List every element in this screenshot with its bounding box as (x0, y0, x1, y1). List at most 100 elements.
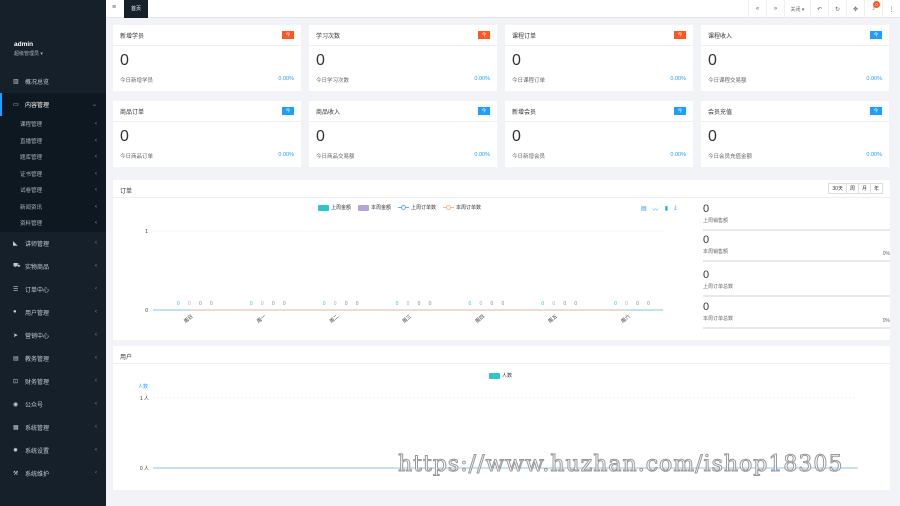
stat-percent: 0% (882, 318, 890, 324)
order-chart: 1 0 0 0 0 0 周日 0 0 0 0 周一 0 0 0 0 周二 0 0 0 0 周三 0 0 0 0 周四 0 0 0 0 周五 0 0… (145, 229, 663, 325)
sidebar-item-goods[interactable]: ⛟ 实物商品 ‹ (0, 255, 106, 278)
range-30-days[interactable]: 30天 (828, 183, 847, 194)
scroll-right-icon[interactable]: » (766, 0, 784, 18)
card-title: 会员充值 (708, 110, 733, 116)
stat-value: 0 (703, 203, 710, 215)
stat-label: 上周订单总数 (703, 284, 734, 290)
order-stat: 0 本周销售额 0% (703, 234, 890, 262)
sidebar-item-orders[interactable]: ☰ 订单中心 ‹ (0, 278, 106, 301)
refresh-icon[interactable]: ↻ (828, 0, 846, 18)
user-icon: ● (13, 309, 17, 315)
sidebar-item-marketing[interactable]: ➤ 营销中心 ‹ (0, 324, 106, 347)
stat-progress (703, 229, 890, 231)
chevron-left-icon: ‹ (95, 154, 97, 161)
card-label: 今日新增会员 (512, 154, 546, 160)
card-period-tag: 今 (674, 107, 686, 115)
more-icon[interactable]: ⋮ (882, 0, 900, 18)
sidebar-subitem[interactable]: 直播管理 ‹ (0, 133, 106, 150)
data-label: 0 (625, 301, 628, 307)
user-role-dropdown[interactable]: 超级管理员 ▾ (14, 50, 43, 57)
sidebar: admin 超级管理员 ▾ ▥ 概况总览 ▭ 内容管理 ⌄ 课程管理 ‹ 直播管理… (0, 0, 106, 506)
legend-item[interactable]: 人数 (489, 372, 512, 379)
card-period-tag: 今 (478, 31, 490, 39)
card-value: 0 (708, 128, 717, 145)
sidebar-subitem[interactable]: 新闻资讯 ‹ (0, 199, 106, 216)
sidebar-item-content[interactable]: ▭ 内容管理 ⌄ (0, 93, 106, 116)
data-label: 0 (490, 301, 493, 307)
legend-item[interactable]: 上周订单数 (398, 204, 436, 211)
data-label: 0 (210, 301, 213, 307)
sidebar-subitem-label: 课程管理 (20, 122, 43, 129)
sidebar-subitem[interactable]: 资料管理 ‹ (0, 215, 106, 232)
sidebar-item-maintenance[interactable]: ⚒ 系统维护 ‹ (0, 462, 106, 485)
sidebar-item-users[interactable]: ● 用户管理 ‹ (0, 301, 106, 324)
notification-badge: 0 (873, 1, 880, 8)
panel-title: 用户 (120, 355, 133, 361)
download-icon[interactable]: ⤓ (674, 205, 677, 214)
send-icon: ➤ (13, 332, 19, 339)
sidebar-item-label: 实物商品 (25, 264, 50, 271)
legend-item[interactable]: 本周金额 (358, 204, 391, 211)
stat-label: 本周订单总数 (703, 316, 734, 322)
data-label: 0 (250, 301, 253, 307)
close-tabs-dropdown[interactable]: 关闭 ▾ (784, 0, 810, 18)
card-period-tag: 今 (870, 107, 882, 115)
fullscreen-icon[interactable]: ✥ (846, 0, 864, 18)
card-title: 课程收入 (708, 34, 733, 40)
legend-swatch (489, 372, 500, 379)
book-icon: ▤ (13, 355, 19, 362)
chevron-left-icon: ‹ (95, 203, 97, 210)
card-title: 学习次数 (316, 34, 341, 40)
sidebar-item-settings[interactable]: ✹ 系统设置 ‹ (0, 439, 106, 462)
sidebar-item-overview[interactable]: ▥ 概况总览 (0, 70, 106, 93)
sidebar-subitem[interactable]: 课程管理 ‹ (0, 116, 106, 133)
back-icon[interactable]: ↶ (810, 0, 828, 18)
sidebar-item-label: 系统维护 (25, 471, 50, 478)
sidebar-item-label: 营销中心 (25, 333, 50, 340)
divider (113, 45, 301, 46)
tab-home[interactable]: 首页 (124, 0, 149, 18)
scroll-left-icon[interactable]: « (748, 0, 766, 18)
card-label: 今日会员充值金额 (708, 154, 753, 160)
line-chart-icon[interactable]: 〰 (653, 205, 659, 214)
sidebar-subitem-label: 新闻资讯 (20, 204, 43, 211)
legend-label: 本周订单数 (456, 205, 482, 211)
divider (309, 45, 497, 46)
user-info: admin 超级管理员 ▾ (14, 41, 43, 57)
range-year[interactable]: 年 (869, 183, 883, 194)
stat-card: 商品收入 今 0 今日商品交易额 0.00% (309, 101, 497, 167)
chevron-left-icon: ‹ (95, 121, 97, 128)
chevron-left-icon: ‹ (95, 378, 97, 384)
sidebar-subitem[interactable]: 题库管理 ‹ (0, 149, 106, 166)
x-tick-label: 周一 (256, 314, 268, 325)
chevron-down-icon: ⌄ (91, 102, 97, 108)
x-tick-label: 周四 (474, 314, 486, 325)
stat-value: 0 (703, 234, 710, 246)
sidebar-item-academic[interactable]: ▤ 教务管理 ‹ (0, 347, 106, 370)
chevron-left-icon: ‹ (95, 401, 97, 407)
data-label: 0 (334, 301, 337, 307)
data-label: 0 (614, 301, 617, 307)
sidebar-subitem[interactable]: 证书管理 ‹ (0, 166, 106, 183)
hamburger-icon[interactable]: ≡ (112, 4, 116, 11)
legend-item[interactable]: 上周金额 (318, 204, 351, 211)
card-period-tag: 今 (478, 107, 490, 115)
stat-value: 0 (703, 269, 710, 281)
divider (113, 363, 890, 364)
watermark: https://www.huzhan.com/ishop18305 (397, 452, 844, 478)
stat-value: 0 (703, 301, 710, 313)
sidebar-item-wechat[interactable]: ◉ 公众号 ‹ (0, 393, 106, 416)
data-view-icon[interactable]: ▤ (641, 205, 647, 214)
sidebar-item-finance[interactable]: ⊡ 财务管理 ‹ (0, 370, 106, 393)
card-percent: 0.00% (474, 76, 490, 82)
data-label: 0 (407, 301, 410, 307)
sidebar-item-system[interactable]: ▦ 系统管理 ‹ (0, 416, 106, 439)
bell-icon[interactable]: ♪ 0 (864, 0, 882, 18)
gear-icon: ✹ (13, 447, 19, 454)
bank-icon: ▥ (13, 79, 19, 85)
data-label: 0 (429, 301, 432, 307)
legend-item[interactable]: 本周订单数 (443, 204, 481, 211)
sidebar-subitem[interactable]: 试卷管理 ‹ (0, 182, 106, 199)
sidebar-item-teachers[interactable]: ◣ 讲师管理 ‹ (0, 232, 106, 255)
bar-chart-icon[interactable]: ▮ (665, 205, 668, 214)
